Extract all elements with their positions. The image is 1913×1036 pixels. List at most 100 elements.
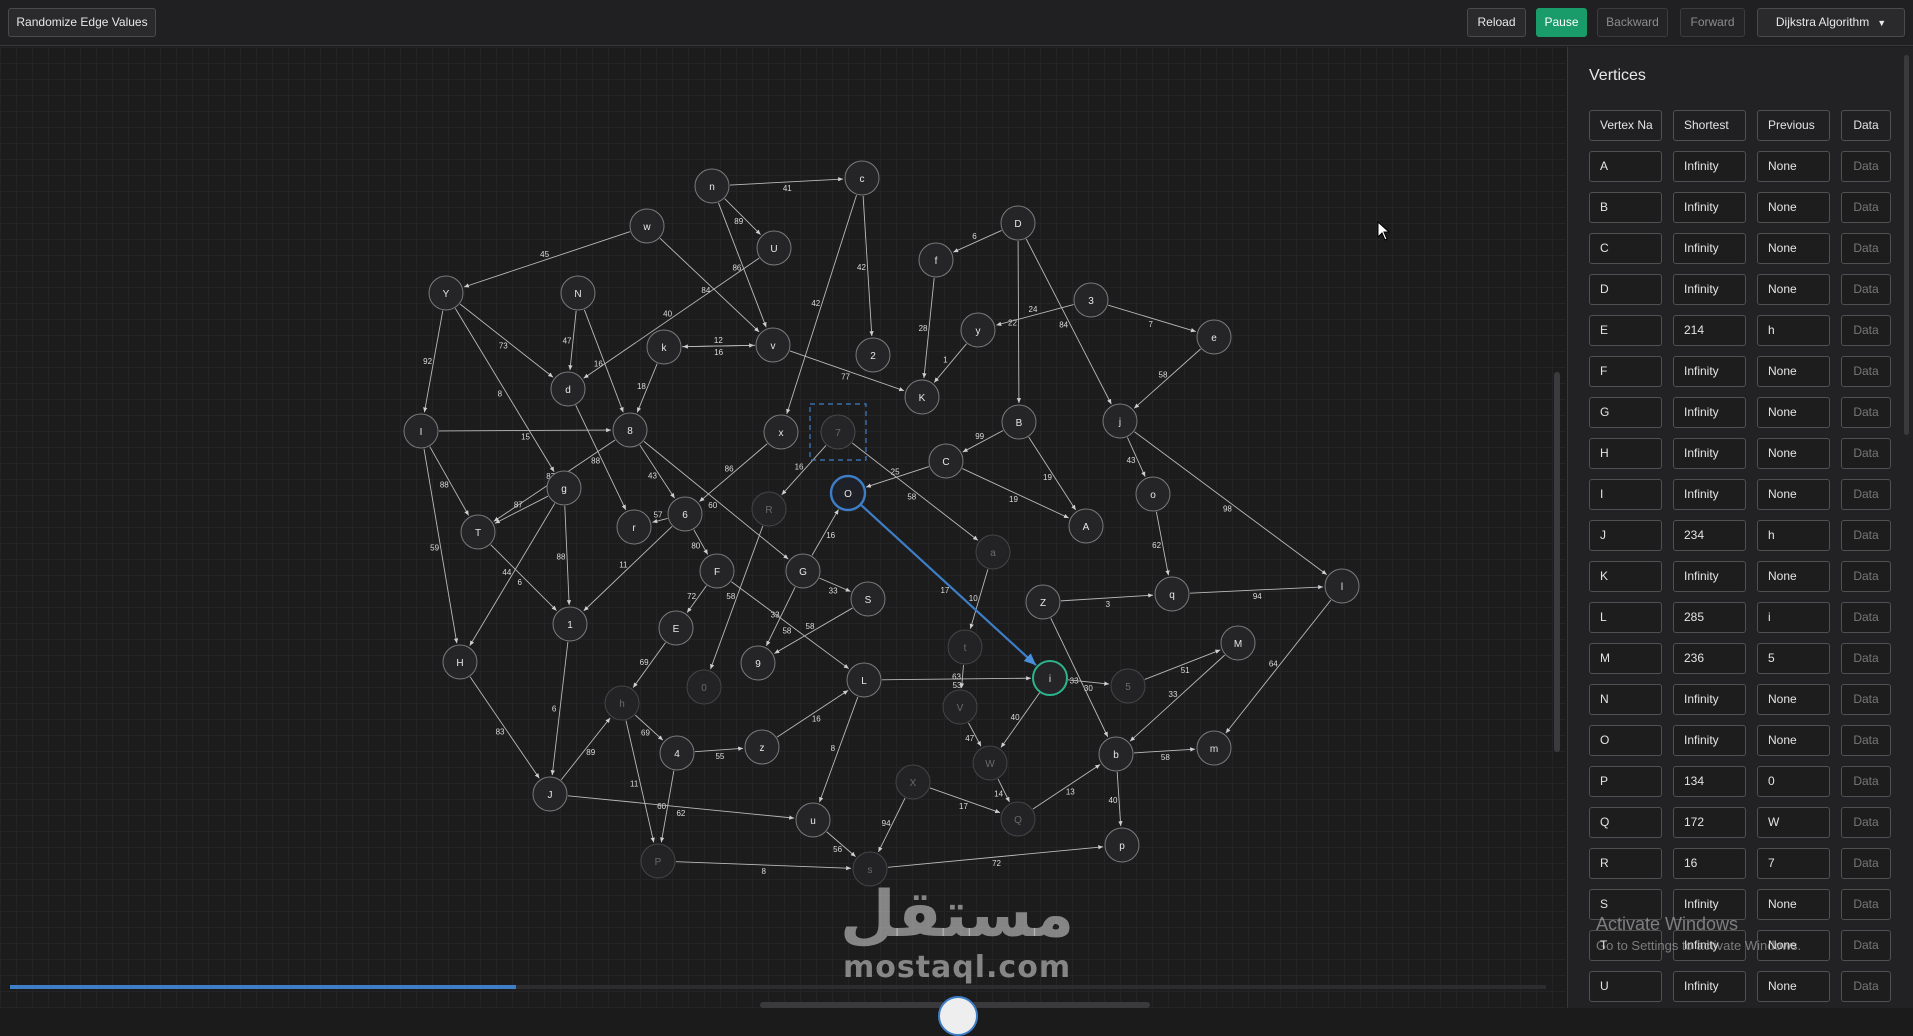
graph-node[interactable]: z — [744, 729, 780, 765]
graph-node[interactable]: B — [1001, 404, 1037, 440]
graph-node[interactable]: J — [532, 776, 568, 812]
graph-node[interactable]: S — [850, 581, 886, 617]
node-label: g — [561, 484, 567, 495]
graph-node[interactable]: O — [829, 474, 867, 512]
graph-node[interactable]: 6 — [667, 496, 703, 532]
graph-node[interactable]: j — [1102, 403, 1138, 439]
graph-node[interactable]: f — [918, 242, 954, 278]
data-button[interactable]: Data — [1841, 848, 1891, 879]
data-button[interactable]: Data — [1841, 971, 1891, 1002]
data-button[interactable]: Data — [1841, 725, 1891, 756]
graph-node[interactable]: p — [1104, 827, 1140, 863]
graph-node[interactable]: 0 — [686, 669, 722, 705]
randomize-edge-values-button[interactable]: Randomize Edge Values — [8, 8, 156, 37]
graph-node[interactable]: a — [975, 534, 1011, 570]
graph-node[interactable]: d — [550, 371, 586, 407]
data-button[interactable]: Data — [1841, 766, 1891, 797]
graph-node[interactable]: A — [1068, 508, 1104, 544]
column-header[interactable]: Shortest — [1673, 110, 1746, 141]
forward-button[interactable]: Forward — [1680, 8, 1745, 37]
data-button[interactable]: Data — [1841, 520, 1891, 551]
graph-node[interactable]: F — [699, 553, 735, 589]
shortest-distance-cell: Infinity — [1673, 725, 1746, 756]
graph-node[interactable]: 5 — [1110, 668, 1146, 704]
graph-node[interactable]: T — [460, 514, 496, 550]
graph-node[interactable]: q — [1154, 576, 1190, 612]
graph-node[interactable]: 7 — [809, 403, 867, 461]
data-button[interactable]: Data — [1841, 151, 1891, 182]
graph-node[interactable]: K — [904, 379, 940, 415]
edge-weight-label: 60 — [657, 802, 666, 811]
graph-node[interactable]: I — [403, 413, 439, 449]
data-button[interactable]: Data — [1841, 315, 1891, 346]
column-header[interactable]: Previous — [1757, 110, 1830, 141]
data-button[interactable]: Data — [1841, 930, 1891, 961]
data-button[interactable]: Data — [1841, 602, 1891, 633]
graph-node[interactable]: r — [616, 509, 652, 545]
graph-node[interactable]: M — [1220, 625, 1256, 661]
data-button[interactable]: Data — [1841, 889, 1891, 920]
graph-node[interactable]: o — [1135, 476, 1171, 512]
graph-node[interactable]: k — [646, 329, 682, 365]
data-button[interactable]: Data — [1841, 274, 1891, 305]
data-button[interactable]: Data — [1841, 233, 1891, 264]
graph-node[interactable]: E — [658, 610, 694, 646]
data-button[interactable]: Data — [1841, 356, 1891, 387]
graph-node[interactable]: 2 — [855, 337, 891, 373]
graph-node[interactable]: y — [960, 312, 996, 348]
data-button[interactable]: Data — [1841, 438, 1891, 469]
graph-node[interactable]: i — [1032, 660, 1068, 696]
data-button[interactable]: Data — [1841, 684, 1891, 715]
graph-node[interactable]: n — [694, 168, 730, 204]
graph-node[interactable]: X — [895, 764, 931, 800]
graph-node[interactable]: 8 — [612, 412, 648, 448]
graph-node[interactable]: g — [546, 470, 582, 506]
graph-node[interactable]: l — [1324, 568, 1360, 604]
data-button[interactable]: Data — [1841, 561, 1891, 592]
panel-scrollbar[interactable] — [1904, 55, 1909, 435]
graph-node[interactable]: G — [785, 553, 821, 589]
speed-slider-knob[interactable] — [938, 996, 978, 1036]
graph-node[interactable]: N — [560, 275, 596, 311]
graph-node[interactable]: 3 — [1073, 282, 1109, 318]
column-header[interactable]: Vertex Na — [1589, 110, 1662, 141]
data-button[interactable]: Data — [1841, 643, 1891, 674]
reload-button[interactable]: Reload — [1467, 8, 1526, 37]
algorithm-select[interactable]: Dijkstra Algorithm ▼ — [1757, 8, 1905, 37]
graph-node[interactable]: 9 — [740, 645, 776, 681]
canvas-vertical-scrollbar[interactable] — [1554, 372, 1560, 752]
graph-node[interactable]: H — [442, 644, 478, 680]
graph-node[interactable]: h — [604, 685, 640, 721]
column-header[interactable]: Data — [1841, 110, 1891, 141]
graph-node[interactable]: 4 — [659, 735, 695, 771]
graph-node[interactable]: Q — [1000, 801, 1036, 837]
data-button[interactable]: Data — [1841, 397, 1891, 428]
pause-button[interactable]: Pause — [1536, 8, 1587, 37]
graph-node[interactable]: t — [947, 629, 983, 665]
graph-node[interactable]: D — [1000, 205, 1036, 241]
graph-node[interactable]: U — [756, 230, 792, 266]
graph-node[interactable]: W — [972, 745, 1008, 781]
graph-node[interactable]: C — [928, 443, 964, 479]
graph-node[interactable]: m — [1196, 730, 1232, 766]
graph-node[interactable]: v — [755, 327, 791, 363]
graph-node[interactable]: V — [942, 689, 978, 725]
graph-node[interactable]: b — [1098, 736, 1134, 772]
graph-node[interactable]: P — [640, 843, 676, 879]
graph-node[interactable]: e — [1196, 319, 1232, 355]
graph-node[interactable]: u — [795, 802, 831, 838]
data-button[interactable]: Data — [1841, 807, 1891, 838]
graph-node[interactable]: c — [844, 160, 880, 196]
graph-node[interactable]: w — [629, 208, 665, 244]
data-button[interactable]: Data — [1841, 192, 1891, 223]
backward-button[interactable]: Backward — [1597, 8, 1668, 37]
graph-node[interactable]: Z — [1025, 584, 1061, 620]
graph-canvas[interactable]: 41 89 86 42 42 45 84 40 73 92 8 47 16 16 18 77 12 88 15 88 5… — [0, 47, 1566, 1008]
graph-node[interactable]: 1 — [552, 606, 588, 642]
data-button[interactable]: Data — [1841, 479, 1891, 510]
graph-node[interactable]: R — [751, 491, 787, 527]
graph-node[interactable]: Y — [428, 275, 464, 311]
graph-node[interactable]: x — [763, 414, 799, 450]
graph-node[interactable]: L — [846, 662, 882, 698]
horizontal-scrollbar-thumb[interactable] — [10, 985, 516, 989]
